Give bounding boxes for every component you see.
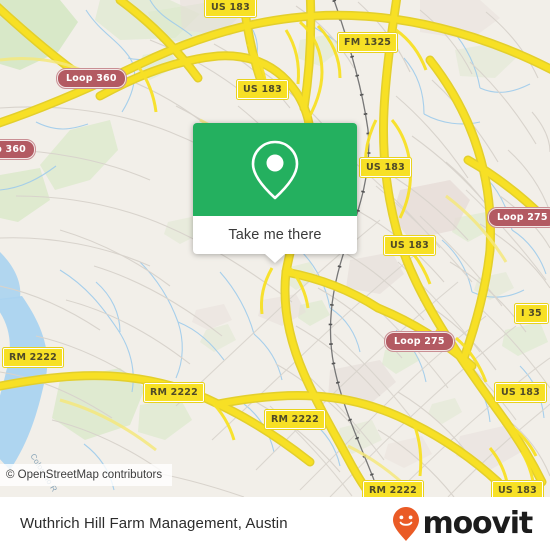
road-shield: RM 2222 bbox=[362, 480, 424, 497]
popup-pointer-tail bbox=[265, 254, 285, 263]
footer-bar: Wuthrich Hill Farm Management, Austin mo… bbox=[0, 497, 550, 550]
popup-icon-panel bbox=[193, 123, 357, 216]
road-shield: US 183 bbox=[359, 157, 412, 178]
road-shield: US 183 bbox=[491, 480, 544, 497]
road-shield: RM 2222 bbox=[264, 409, 326, 430]
map-canvas[interactable]: US 183 FM 1325 Loop 360 US 183 p 360 US 183 Lo… bbox=[0, 0, 550, 497]
road-shield: Loop 275 bbox=[487, 207, 550, 228]
location-popup[interactable]: Take me there bbox=[193, 123, 357, 263]
road-shield: Loop 360 bbox=[56, 68, 127, 89]
road-shield: p 360 bbox=[0, 139, 36, 160]
road-shield: US 183 bbox=[383, 235, 436, 256]
map-pin-icon bbox=[251, 140, 299, 199]
moovit-logo: moovit bbox=[391, 505, 534, 542]
road-shield: US 183 bbox=[236, 79, 289, 100]
road-shield: US 183 bbox=[204, 0, 257, 18]
osm-attribution[interactable]: © OpenStreetMap contributors bbox=[0, 464, 173, 486]
screenshot-root: US 183 FM 1325 Loop 360 US 183 p 360 US 183 Lo… bbox=[0, 0, 550, 550]
road-shield: FM 1325 bbox=[336, 32, 399, 53]
popup-action-bar[interactable]: Take me there bbox=[193, 216, 357, 263]
place-title: Wuthrich Hill Farm Management, Austin bbox=[20, 515, 288, 532]
osm-attribution-text: © OpenStreetMap contributors bbox=[6, 469, 163, 481]
road-shield: I 35 bbox=[514, 303, 549, 324]
moovit-wordmark: moovit bbox=[422, 505, 534, 541]
road-shield: RM 2222 bbox=[143, 382, 205, 403]
road-shield: Loop 275 bbox=[384, 331, 455, 352]
road-shield: US 183 bbox=[494, 382, 547, 403]
moovit-pin-icon bbox=[392, 506, 419, 541]
road-shield: RM 2222 bbox=[2, 347, 64, 368]
take-me-there-label: Take me there bbox=[228, 227, 322, 243]
